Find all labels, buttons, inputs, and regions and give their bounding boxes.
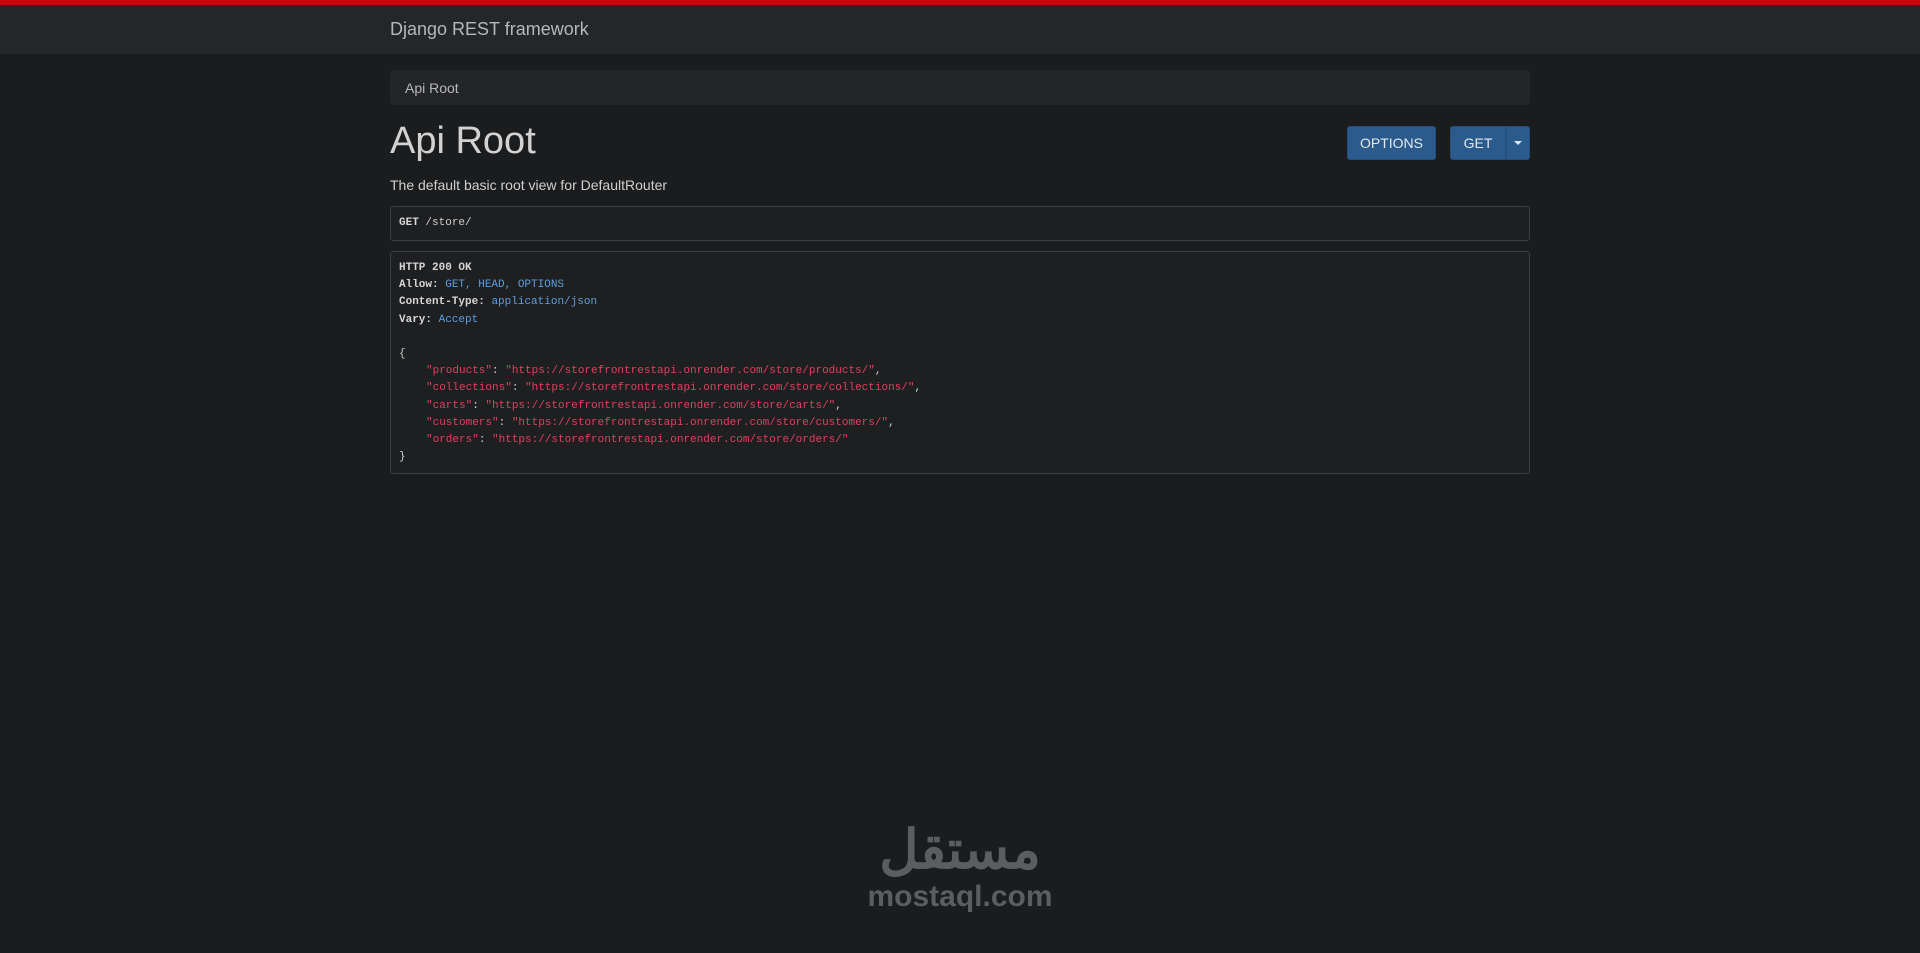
navbar: Django REST framework [0,5,1920,54]
get-format-dropdown-toggle[interactable] [1506,126,1530,160]
response-header-value: application/json [491,296,598,309]
json-key: "products" [426,365,493,378]
caret-down-icon [1514,141,1522,145]
breadcrumb: Api Root [390,70,1530,105]
response-status: HTTP 200 OK [399,262,472,274]
request-info: GET /store/ [390,206,1530,241]
json-close-brace: } [399,451,406,464]
page-title: Api Root [390,120,536,162]
request-method: GET [399,217,419,229]
options-button[interactable]: OPTIONS [1347,126,1436,160]
response-header-value: Accept [438,313,479,326]
json-open-brace: { [399,347,406,360]
get-button[interactable]: GET [1450,126,1506,160]
watermark-logo: مستقل mostaql.com [845,820,1075,914]
json-url-link[interactable]: "https://storefrontrestapi.onrender.com/… [525,382,914,394]
navbar-brand-link[interactable]: Django REST framework [390,19,589,40]
breadcrumb-item-api-root[interactable]: Api Root [405,80,459,96]
json-key: "orders" [426,433,479,446]
response-header-value: GET, HEAD, OPTIONS [445,279,565,292]
json-key: "carts" [426,399,473,412]
response-header-key: Vary: [399,313,433,326]
json-key: "customers" [426,416,499,429]
json-url-link[interactable]: "https://storefrontrestapi.onrender.com/… [512,417,888,429]
json-url-link[interactable]: "https://storefrontrestapi.onrender.com/… [505,365,875,377]
watermark-latin-text: mostaql.com [867,880,1053,913]
json-key: "collections" [426,382,512,395]
json-url-link[interactable]: "https://storefrontrestapi.onrender.com/… [485,400,835,412]
response-header-key: Content-Type: [399,296,485,309]
watermark-arabic-text: مستقل [879,820,1041,880]
view-description: The default basic root view for DefaultR… [390,177,668,193]
json-url-link[interactable]: "https://storefrontrestapi.onrender.com/… [492,434,848,446]
response-header-key: Allow: [399,279,439,292]
request-path: /store/ [425,217,472,229]
response-info: HTTP 200 OK Allow: GET, HEAD, OPTIONS Cont… [390,251,1530,474]
